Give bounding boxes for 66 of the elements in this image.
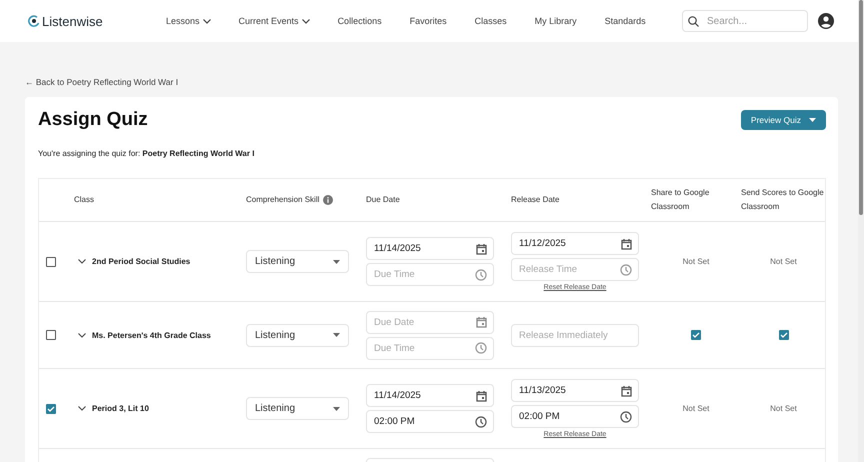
share-status: Not Set [682,404,710,413]
preview-quiz-button[interactable]: Preview Quiz [740,110,826,130]
share-status: Not Set [682,257,710,266]
nav-link[interactable]: Classes [474,16,507,26]
scrollbar[interactable] [858,0,864,462]
nav-link[interactable]: My Library [534,16,577,26]
checkbox[interactable] [778,330,788,340]
user-avatar-icon[interactable] [818,13,834,29]
caret-icon [333,333,340,337]
checkbox[interactable] [691,330,701,340]
share-status: Not Set [770,404,797,413]
date-field[interactable]: 11/12/2025 [511,232,639,255]
check-icon [47,406,55,412]
caret-icon [333,406,340,410]
info-icon[interactable] [323,195,334,205]
skill-dropdown[interactable]: Listening [246,324,349,346]
row-checkbox[interactable] [46,330,56,340]
time-field[interactable]: 02:00 PM [511,405,639,428]
check-icon [780,332,788,338]
caret-icon [809,118,816,122]
nav-link[interactable]: Current Events [238,16,310,26]
clock-icon [475,416,487,428]
logo-text[interactable]: Listenwise [42,14,103,28]
date-field[interactable]: 11/14/2025 [366,384,494,407]
skill-dropdown[interactable]: Listening [246,250,349,273]
clock-icon [620,410,632,422]
nav-link[interactable]: Collections [338,16,382,26]
class-name: Ms. Petersen's 4th Grade Class [92,330,211,340]
calendar-icon [621,238,632,250]
column-header: Due Date [366,194,400,206]
column-header: Class [74,194,94,206]
clock-icon [620,264,632,276]
chevron-icon[interactable] [78,332,86,338]
time-field[interactable]: 02:00 PM [366,410,494,433]
check-icon [692,332,700,338]
assignment-description: You're assigning the quiz for: Poetry Reflecting World War I [38,149,256,158]
skill-dropdown[interactable]: Listening [246,397,349,420]
calendar-icon [476,390,487,402]
calendar-icon [476,242,487,254]
class-name: Period 3, Lit 10 [92,404,149,413]
column-header: Release Date [511,194,560,206]
clock-icon [475,268,487,280]
calendar-icon [621,384,632,396]
nav-link[interactable]: Favorites [410,16,447,26]
column-header: Share to Google Classroom [651,187,710,213]
search-field[interactable]: Search... [682,10,808,32]
clock-icon [475,342,487,354]
page-title: Assign Quiz [38,109,148,131]
caret-icon [333,260,340,264]
chevron-icon [302,18,310,24]
nav-link[interactable]: Standards [604,16,646,26]
calendar-icon [476,316,487,328]
column-header: Comprehension Skill [246,194,320,206]
chevron-icon[interactable] [78,259,86,264]
row-checkbox[interactable] [46,404,56,414]
class-name: 2nd Period Social Studies [92,257,190,266]
column-header: Send Scores to Google Classroom [741,187,825,213]
row-checkbox[interactable] [46,256,56,266]
date-field[interactable]: 11/13/2025 [511,379,639,402]
share-status: Not Set [770,257,797,266]
logo-icon [28,15,40,27]
back-link[interactable]: ← Back to Poetry Reflecting World War I [25,77,178,87]
nav-link[interactable]: Lessons [166,16,211,26]
date-field[interactable]: 11/14/2025 [366,237,494,260]
chevron-icon[interactable] [78,406,86,411]
chevron-icon [202,18,211,24]
